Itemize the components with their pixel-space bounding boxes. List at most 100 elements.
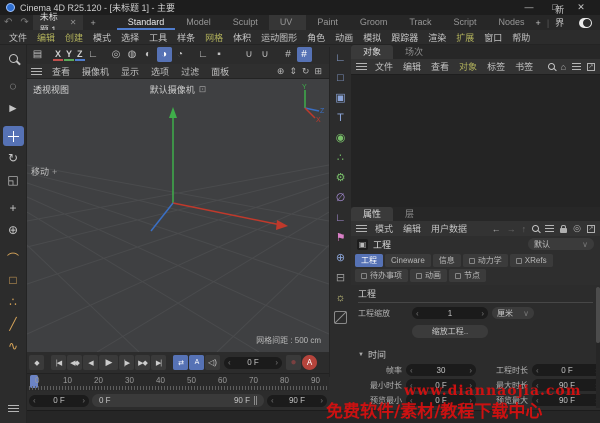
layout-script[interactable]: Script <box>443 15 488 30</box>
prev-key-button[interactable]: ◀◆ <box>67 355 82 370</box>
layout-paint[interactable]: Paint <box>306 15 349 30</box>
menu-mograph[interactable]: 运动图形 <box>256 31 302 44</box>
axis-x-toggle[interactable]: X <box>53 49 63 61</box>
floor-icon[interactable]: ∟ <box>332 209 350 226</box>
subdivision-icon[interactable]: ◉ <box>332 129 350 146</box>
mode-sphere-2-icon[interactable]: ◍ <box>125 47 140 62</box>
viewport-hamburger-icon[interactable] <box>31 68 42 75</box>
grid-quantize-icon[interactable]: # <box>297 47 312 62</box>
unit-dropdown[interactable]: 厘米 ∨ <box>492 307 534 319</box>
spline-rect-icon[interactable]: □ <box>332 69 350 86</box>
find-tool[interactable] <box>3 48 24 68</box>
om-menu-edit[interactable]: 编辑 <box>398 60 426 73</box>
menu-edit[interactable]: 编辑 <box>32 31 60 44</box>
scale-tool[interactable]: ◱ <box>3 170 24 190</box>
target-icon[interactable]: ◎ <box>573 223 581 234</box>
grid-snap-icon[interactable]: # <box>281 47 296 62</box>
om-menu-view[interactable]: 查看 <box>426 60 454 73</box>
axis-tool[interactable]: + <box>3 198 24 218</box>
close-tab-icon[interactable]: ✕ <box>70 18 77 27</box>
material-slot-icon[interactable] <box>332 309 350 326</box>
menu-select[interactable]: 选择 <box>116 31 144 44</box>
document-tab[interactable]: 未标题 1 ✕ <box>33 15 84 30</box>
mode-sphere-4-icon[interactable]: ◑ <box>157 47 172 62</box>
add-layout-button[interactable]: + <box>536 18 541 28</box>
popout-icon[interactable]: ↗ <box>587 225 595 233</box>
camera-toggle-icon[interactable]: ⊡ <box>199 84 207 95</box>
range-grip[interactable] <box>254 396 257 405</box>
tab-todo[interactable]: 待办事项 <box>355 269 408 282</box>
redo-icon[interactable]: ↷ <box>16 17 32 28</box>
increment-icon[interactable]: › <box>320 396 323 405</box>
sky-icon[interactable]: ⊕ <box>332 249 350 266</box>
vp-menu-cameras[interactable]: 摄像机 <box>76 65 115 78</box>
play-mode-button[interactable]: A <box>189 355 204 370</box>
range-end-value[interactable]: 90 F <box>274 396 321 405</box>
menu-mesh[interactable]: 网格 <box>200 31 228 44</box>
tab-xrefs[interactable]: XRefs <box>510 254 553 267</box>
gear-icon[interactable]: ⚙ <box>332 169 350 186</box>
new-ui-toggle[interactable] <box>579 18 592 28</box>
increment-icon[interactable]: › <box>275 358 278 367</box>
scale-project-button[interactable]: 缩放工程.. <box>412 325 488 338</box>
workplane-toggle-icon[interactable]: ∟ <box>86 47 101 62</box>
project-scale-field[interactable]: ‹ 1 › <box>412 307 488 319</box>
tab-cineware[interactable]: Cineware <box>385 254 431 267</box>
camera-label[interactable]: 默认摄像机 ⊡ <box>150 83 207 96</box>
layout-track[interactable]: Track <box>398 15 442 30</box>
vp-menu-panel[interactable]: 面板 <box>205 65 235 78</box>
mode-sphere-1-icon[interactable]: ◎ <box>109 47 124 62</box>
tab-info[interactable]: 信息 <box>433 254 461 267</box>
pan-icon[interactable]: ⇕ <box>289 66 297 77</box>
corner-icon[interactable]: ∟ <box>196 47 211 62</box>
tab-attributes[interactable]: 属性 <box>351 207 393 221</box>
camera-icon[interactable]: ⊟ <box>332 269 350 286</box>
om-menu-tags[interactable]: 标签 <box>482 60 510 73</box>
om-menu-file[interactable]: 文件 <box>370 60 398 73</box>
layout-model[interactable]: Model <box>175 15 222 30</box>
undo-icon[interactable]: ↶ <box>0 17 16 28</box>
attr-scrollbar[interactable] <box>596 287 600 408</box>
duration-field[interactable]: ‹0 F› <box>532 364 600 376</box>
vp-menu-display[interactable]: 显示 <box>115 65 145 78</box>
snap-magnet-2-icon[interactable]: ∪ <box>258 47 273 62</box>
spline-rect-tool[interactable]: □ <box>3 270 24 290</box>
vp-menu-options[interactable]: 选项 <box>145 65 175 78</box>
snap-magnet-1-icon[interactable]: ∪ <box>242 47 257 62</box>
spline-points-tool[interactable]: ∴ <box>3 292 24 312</box>
menu-file[interactable]: 文件 <box>4 31 32 44</box>
menu-character[interactable]: 角色 <box>302 31 330 44</box>
up-icon[interactable]: ↑ <box>522 224 527 234</box>
add-keyframe-button[interactable]: ◆ <box>29 355 44 370</box>
search-icon[interactable] <box>548 63 555 70</box>
axis-y-toggle[interactable]: Y <box>64 49 74 61</box>
dolly-icon[interactable]: ⊕ <box>277 66 285 77</box>
increment-icon[interactable]: › <box>82 396 85 405</box>
next-frame-button[interactable]: |▶ <box>119 355 134 370</box>
tab-project[interactable]: 工程 <box>355 254 383 267</box>
prev-frame-button[interactable]: ◀ <box>83 355 98 370</box>
forward-icon[interactable]: → <box>507 224 516 234</box>
goto-start-button[interactable]: |◀ <box>51 355 66 370</box>
duration-value[interactable]: 0 F <box>539 366 596 375</box>
spline-arc-tool[interactable]: ⌒ <box>3 248 24 268</box>
add-document-tab-button[interactable]: + <box>83 18 102 28</box>
palette-menu-button[interactable] <box>3 398 24 418</box>
menu-volume[interactable]: 体积 <box>228 31 256 44</box>
tab-layers[interactable]: 层 <box>393 207 426 221</box>
om-menu-bookmarks[interactable]: 书签 <box>510 60 538 73</box>
layout-groom[interactable]: Groom <box>349 15 399 30</box>
layout-uv-edit[interactable]: UV Edit <box>269 15 307 30</box>
menu-tracker[interactable]: 跟踪器 <box>386 31 423 44</box>
range-end-field[interactable]: ‹ 90 F › <box>267 395 327 407</box>
menu-simulate[interactable]: 模拟 <box>358 31 386 44</box>
scrollbar-thumb[interactable] <box>596 287 600 343</box>
next-key-button[interactable]: ▶◆ <box>135 355 150 370</box>
light-icon[interactable]: ☼ <box>332 289 350 306</box>
play-button[interactable]: ▶ <box>99 355 118 370</box>
goto-end-button[interactable]: ▶| <box>151 355 166 370</box>
tab-dynamics[interactable]: 动力学 <box>463 254 508 267</box>
layout-nodes[interactable]: Nodes <box>488 15 536 30</box>
record-button[interactable]: ● <box>286 355 301 370</box>
timeline-ruler[interactable]: 0 10 20 30 40 50 60 70 80 90 <box>27 373 329 391</box>
